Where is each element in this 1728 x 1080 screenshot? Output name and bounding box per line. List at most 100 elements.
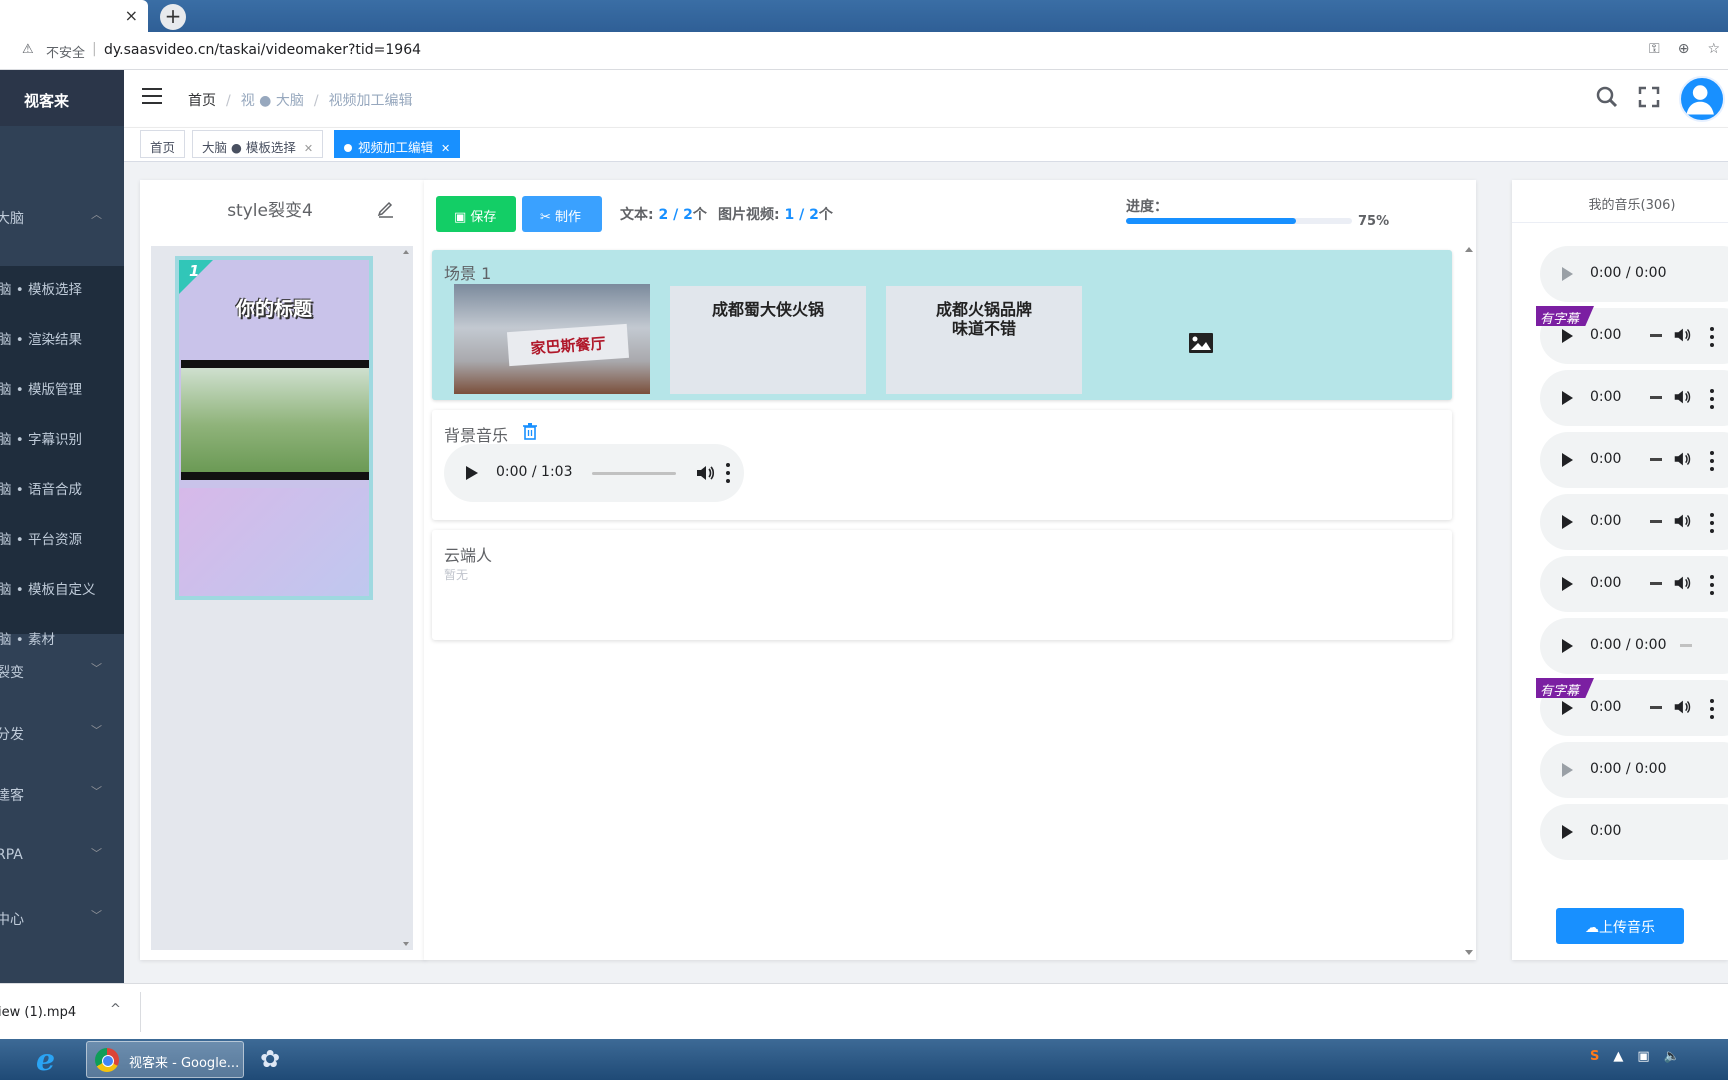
play-icon[interactable] xyxy=(1562,577,1573,591)
breadcrumb-brain[interactable]: 视 ● 大脑 xyxy=(241,93,304,109)
more-options-icon[interactable] xyxy=(1710,699,1714,719)
sidebar-item-subtitle-recognition[interactable]: 脑 • 字幕识别 xyxy=(0,416,124,456)
trash-icon[interactable] xyxy=(522,422,538,440)
music-player[interactable]: 0:00 xyxy=(1540,432,1728,488)
template-card[interactable]: 1 你的标题 xyxy=(175,256,373,600)
more-options-icon[interactable] xyxy=(1710,451,1714,471)
play-icon[interactable] xyxy=(1562,267,1573,281)
scene-text-2[interactable]: 成都火锅品牌味道不错 xyxy=(886,286,1082,394)
new-tab-button[interactable]: + xyxy=(160,4,186,30)
sidebar-group-daren[interactable]: 達客 ﹀ xyxy=(0,773,124,813)
bg-music-player[interactable]: 0:00 / 1:03 xyxy=(444,444,744,502)
play-icon[interactable] xyxy=(1562,391,1573,405)
play-icon[interactable] xyxy=(1562,825,1573,839)
scrollbar[interactable] xyxy=(1462,242,1476,960)
avatar[interactable] xyxy=(1679,76,1725,122)
network-icon[interactable]: ▣ xyxy=(1637,1049,1649,1064)
app-icon[interactable]: ✿ xyxy=(260,1045,288,1073)
audio-seek-bar[interactable] xyxy=(1650,520,1662,523)
more-options-icon[interactable] xyxy=(1710,513,1714,533)
hamburger-menu-icon[interactable] xyxy=(142,88,162,108)
star-icon[interactable]: ☆ xyxy=(1707,41,1720,57)
sidebar-item-platform-resources[interactable]: 脑 • 平台资源 xyxy=(0,516,124,556)
sidebar-brand[interactable]: 视客来 xyxy=(0,70,124,126)
audio-seek-bar[interactable] xyxy=(1650,582,1662,585)
sidebar-group-fission[interactable]: 裂变 ﹀ xyxy=(0,650,124,690)
music-player[interactable]: 0:00 xyxy=(1540,370,1728,426)
play-icon[interactable] xyxy=(1562,701,1573,715)
audio-seek-bar[interactable] xyxy=(1680,644,1692,647)
chevron-up-icon[interactable]: ^ xyxy=(110,1002,121,1017)
music-player[interactable]: 0:00 / 0:00 xyxy=(1540,246,1728,302)
make-button[interactable]: ✂ 制作 xyxy=(522,196,602,232)
image-icon[interactable] xyxy=(1188,332,1214,354)
zoom-icon[interactable]: ⊕ xyxy=(1678,41,1690,57)
url-text[interactable]: dy.saasvideo.cn/taskai/videomaker?tid=19… xyxy=(104,42,421,58)
more-options-icon[interactable] xyxy=(1710,389,1714,409)
close-icon[interactable]: ✕ xyxy=(304,142,313,155)
audio-time: 0:00 xyxy=(1590,699,1622,715)
music-player[interactable]: 0:00 xyxy=(1540,556,1728,612)
browser-tab[interactable]: × xyxy=(0,0,148,32)
audio-seek-bar[interactable] xyxy=(1650,458,1662,461)
more-options-icon[interactable] xyxy=(1710,575,1714,595)
breadcrumb-home[interactable]: 首页 xyxy=(188,93,216,109)
play-icon[interactable] xyxy=(1562,515,1573,529)
audio-seek-bar[interactable] xyxy=(592,472,676,475)
tag-template-select[interactable]: 大脑 ● 模板选择 ✕ xyxy=(192,130,324,158)
tag-home[interactable]: 首页 xyxy=(140,130,186,158)
internet-explorer-icon[interactable]: e xyxy=(36,1043,68,1078)
play-icon[interactable] xyxy=(1562,329,1573,343)
volume-icon[interactable] xyxy=(694,462,716,484)
speaker-icon[interactable]: 🔈 xyxy=(1664,1049,1680,1064)
audio-time: 0:00 / 0:00 xyxy=(1590,265,1667,281)
edit-icon[interactable] xyxy=(376,198,396,218)
volume-icon[interactable] xyxy=(1672,325,1692,345)
music-player[interactable]: 0:00 / 0:00 xyxy=(1540,742,1728,798)
more-options-icon[interactable] xyxy=(726,463,730,483)
sidebar-item-speech-synthesis[interactable]: 脑 • 语音合成 xyxy=(0,466,124,506)
input-method-icon[interactable]: S xyxy=(1590,1049,1599,1064)
audio-seek-bar[interactable] xyxy=(1650,334,1662,337)
scene-text-1[interactable]: 成都蜀大侠火锅 xyxy=(670,286,866,394)
close-icon[interactable]: ✕ xyxy=(441,142,450,155)
tray-arrow-icon[interactable]: ▲ xyxy=(1613,1049,1623,1064)
download-file-name[interactable]: iew (1).mp4 xyxy=(0,1005,76,1020)
volume-icon[interactable] xyxy=(1672,511,1692,531)
scene-image[interactable]: 家巴斯餐厅 xyxy=(454,284,650,394)
sidebar-item-template-manage[interactable]: 脑 • 模版管理 xyxy=(0,366,124,406)
play-icon[interactable] xyxy=(1562,453,1573,467)
key-icon[interactable]: ⚿ xyxy=(1649,41,1660,57)
volume-icon[interactable] xyxy=(1672,697,1692,717)
volume-icon[interactable] xyxy=(1672,387,1692,407)
taskbar-chrome-button[interactable]: 视客来 - Google... xyxy=(86,1041,244,1078)
security-label[interactable]: 不安全 xyxy=(46,42,85,61)
audio-seek-bar[interactable] xyxy=(1650,396,1662,399)
sidebar-group-rpa[interactable]: RPA ﹀ xyxy=(0,835,124,875)
play-icon[interactable] xyxy=(1562,639,1573,653)
play-icon[interactable] xyxy=(466,466,478,480)
music-player[interactable]: 0:00 / 0:00 xyxy=(1540,618,1728,674)
sidebar-item-template-custom[interactable]: 脑 • 模板自定义 xyxy=(0,566,124,606)
music-player[interactable]: 0:00 xyxy=(1540,804,1728,860)
tag-video-edit[interactable]: 视频加工编辑 ✕ xyxy=(334,130,461,158)
sidebar-group-center[interactable]: 中心 ﹀ xyxy=(0,897,124,937)
search-icon[interactable] xyxy=(1596,86,1618,108)
text-count-unit: 个 xyxy=(692,207,707,223)
cloud-upload-icon: ☁ xyxy=(1585,920,1599,936)
audio-seek-bar[interactable] xyxy=(1650,706,1662,709)
sidebar-group-brain[interactable]: 大脑 ︿ xyxy=(0,196,124,236)
music-player[interactable]: 0:00 xyxy=(1540,494,1728,550)
sidebar-group-distribute[interactable]: 分发 ﹀ xyxy=(0,712,124,752)
tab-close-icon[interactable]: × xyxy=(125,6,138,25)
address-bar[interactable]: ⚠ 不安全 | dy.saasvideo.cn/taskai/videomake… xyxy=(0,32,1728,70)
more-options-icon[interactable] xyxy=(1710,327,1714,347)
sidebar-item-template-select[interactable]: 脑 • 模板选择 xyxy=(0,266,124,306)
fullscreen-icon[interactable] xyxy=(1638,86,1660,108)
volume-icon[interactable] xyxy=(1672,449,1692,469)
save-button[interactable]: ▣ 保存 xyxy=(436,196,516,232)
volume-icon[interactable] xyxy=(1672,573,1692,593)
upload-music-button[interactable]: ☁上传音乐 xyxy=(1556,908,1684,944)
sidebar-item-render-result[interactable]: 脑 • 渲染结果 xyxy=(0,316,124,356)
play-icon[interactable] xyxy=(1562,763,1573,777)
